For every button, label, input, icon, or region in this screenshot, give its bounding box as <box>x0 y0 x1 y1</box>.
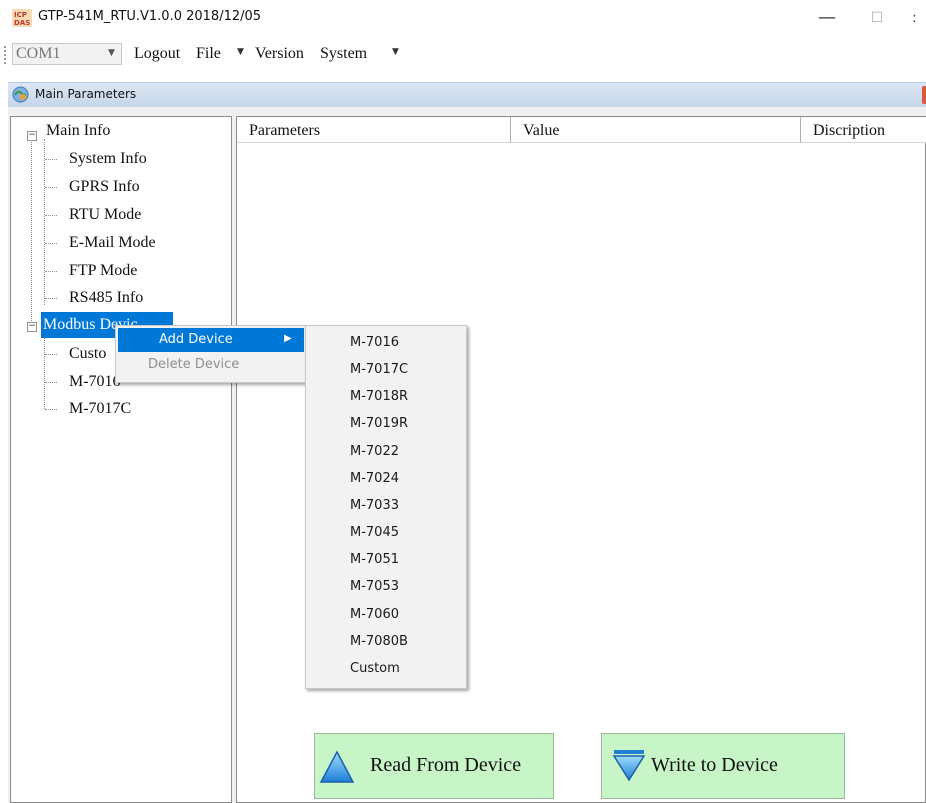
tree-item-gprs-info[interactable]: GPRS Info <box>69 178 140 196</box>
submenu-item[interactable]: M-7016 <box>308 332 462 356</box>
context-menu: Add Device ▶ Delete Device <box>115 325 307 383</box>
child-window-title-bar: Main Parameters <box>8 82 926 108</box>
com-port-value: COM1 <box>16 45 61 62</box>
toolbar-grip-icon[interactable] <box>4 46 8 64</box>
tree-panel: − Main Info System Info GPRS Info RTU Mo… <box>10 116 232 803</box>
add-device-submenu: M-7016 M-7017C M-7018R M-7019R M-7022 M-7024 M… <box>305 325 467 689</box>
tree-item-rtu-mode[interactable]: RTU Mode <box>69 206 141 224</box>
menu-version[interactable]: Version <box>255 45 304 63</box>
tree-line <box>45 298 57 299</box>
submenu-item-label: M-7053 <box>350 579 399 595</box>
svg-text:ICP: ICP <box>14 11 27 19</box>
submenu-item-label: M-7022 <box>350 443 399 459</box>
app-logo-icon: ICP DAS <box>12 9 32 27</box>
tree-item-rs485-info[interactable]: RS485 Info <box>69 289 143 307</box>
read-button-label: Read From Device <box>370 754 522 776</box>
tree-line <box>45 159 57 160</box>
tree-line <box>44 139 45 305</box>
column-header-value[interactable]: Value <box>511 117 801 143</box>
collapse-icon[interactable]: − <box>27 322 37 332</box>
window-title: GTP-541M_RTU.V1.0.0 2018/12/05 <box>38 9 262 24</box>
tree-line <box>44 331 45 409</box>
submenu-item-label: M-7016 <box>350 335 399 350</box>
submenu-item-label: M-7045 <box>350 525 399 541</box>
tree-node-main-info[interactable]: Main Info <box>46 122 110 140</box>
com-port-select[interactable]: COM1 ▼ <box>12 43 122 65</box>
submenu-item-label: Custom <box>350 660 400 676</box>
svg-text:DAS: DAS <box>14 19 30 27</box>
submenu-item[interactable]: M-7060 <box>308 604 462 628</box>
collapse-icon[interactable]: − <box>27 131 37 141</box>
tree-line <box>45 215 57 216</box>
tree-line <box>45 409 57 410</box>
chevron-down-icon: ▼ <box>392 47 399 57</box>
tree-item-system-info[interactable]: System Info <box>69 150 147 168</box>
tree-item-m7017c[interactable]: M-7017C <box>69 400 131 418</box>
submenu-item[interactable]: M-7033 <box>308 495 462 519</box>
column-header-description[interactable]: Discription <box>801 117 926 143</box>
submenu-item-label: M-7051 <box>350 552 399 568</box>
write-button-label: Write to Device <box>651 754 778 776</box>
submenu-item-label: M-7060 <box>350 606 399 622</box>
arrow-down-icon <box>612 750 646 782</box>
menu-logout[interactable]: Logout <box>134 45 180 63</box>
arrow-up-icon <box>319 750 355 783</box>
submenu-item[interactable]: M-7080B <box>308 631 462 655</box>
tree-item-custom[interactable]: Custo <box>69 345 106 363</box>
submenu-item[interactable]: M-7045 <box>308 522 462 546</box>
menu-item-delete-device[interactable]: Delete Device <box>118 354 304 378</box>
tree-line <box>45 187 57 188</box>
tree-item-m7016[interactable]: M-7016 <box>69 373 121 391</box>
child-close-button[interactable] <box>922 86 926 104</box>
submenu-item[interactable]: M-7022 <box>308 441 462 465</box>
tree-line <box>45 382 57 383</box>
submenu-item-label: M-7033 <box>350 497 399 513</box>
settings-globe-icon <box>12 86 29 103</box>
submenu-arrow-icon: ▶ <box>284 333 292 344</box>
tree-item-ftp-mode[interactable]: FTP Mode <box>69 262 137 280</box>
submenu-item-label: M-7018R <box>350 389 409 405</box>
tree-item-email-mode[interactable]: E-Mail Mode <box>69 234 156 252</box>
submenu-item-label: M-7019R <box>350 416 409 432</box>
chevron-down-icon: ▼ <box>237 47 244 57</box>
tree-line <box>31 135 32 321</box>
column-header-parameters[interactable]: Parameters <box>237 117 511 143</box>
tree-line <box>45 243 57 244</box>
menu-item-add-device[interactable]: Add Device ▶ <box>118 328 304 352</box>
read-from-device-button[interactable]: Read From Device <box>314 733 554 799</box>
submenu-item[interactable]: M-7018R <box>308 386 462 410</box>
submenu-item[interactable]: M-7019R <box>308 413 462 437</box>
submenu-item[interactable]: Custom <box>308 658 462 682</box>
submenu-item[interactable]: M-7017C <box>308 359 462 383</box>
submenu-item-label: M-7017C <box>350 362 409 378</box>
child-window-title: Main Parameters <box>35 87 137 101</box>
maximize-button[interactable]: ☐ <box>862 4 892 32</box>
submenu-item[interactable]: M-7053 <box>308 576 462 600</box>
chevron-down-icon: ▼ <box>108 48 115 58</box>
submenu-item-label: M-7024 <box>350 470 399 486</box>
tree-line <box>45 271 57 272</box>
menu-item-add-device-label: Add Device <box>159 332 233 347</box>
submenu-item[interactable]: M-7051 <box>308 549 462 573</box>
menu-system[interactable]: System <box>320 45 367 63</box>
minimize-button[interactable]: — <box>812 4 842 32</box>
write-to-device-button[interactable]: Write to Device <box>601 733 845 799</box>
menu-file[interactable]: File <box>196 45 221 63</box>
submenu-item[interactable]: M-7024 <box>308 468 462 492</box>
close-button[interactable]: : <box>912 4 926 32</box>
tree-line <box>45 354 57 355</box>
submenu-item-label: M-7080B <box>350 633 408 649</box>
menu-item-delete-device-label: Delete Device <box>148 357 240 372</box>
